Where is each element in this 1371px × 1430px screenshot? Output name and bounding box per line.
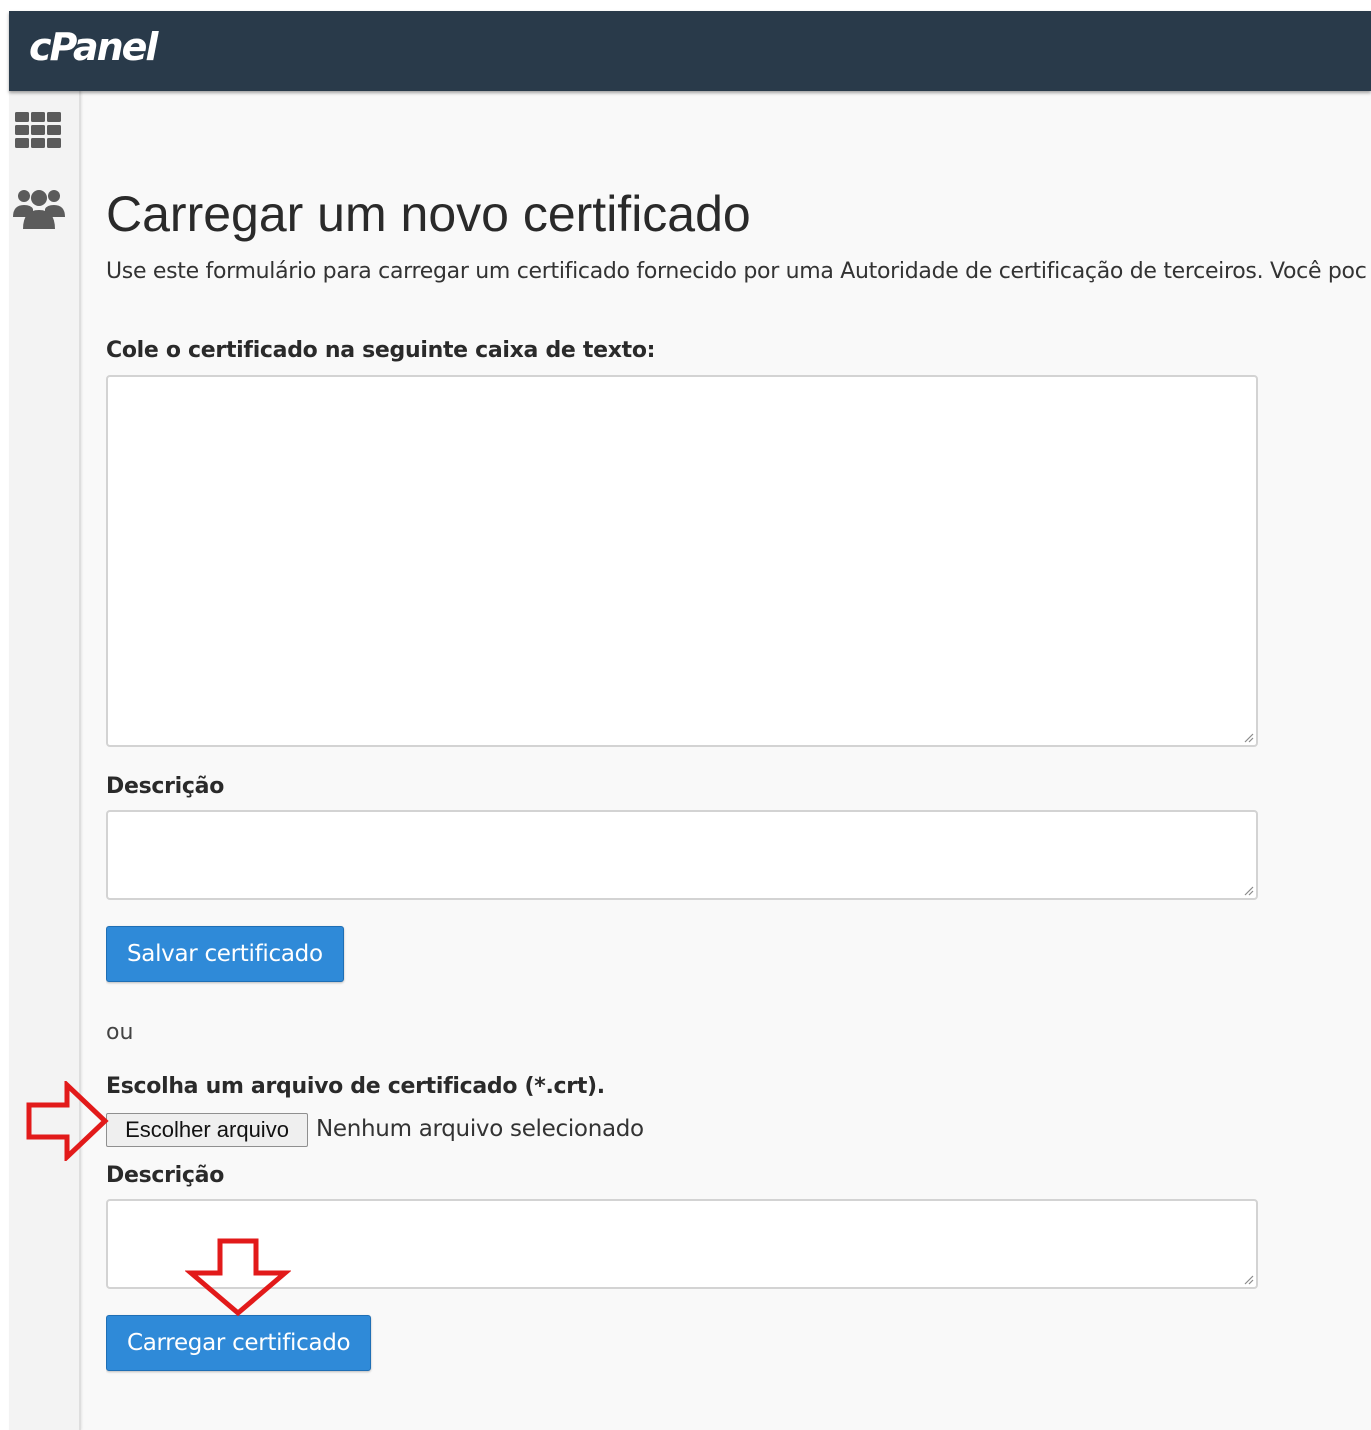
resize-handle-icon[interactable] [1242, 731, 1254, 743]
sidebar [9, 91, 81, 1430]
resize-handle-icon[interactable] [1242, 884, 1254, 896]
cpanel-logo[interactable]: cPanel [29, 21, 158, 73]
choose-file-button[interactable]: Escolher arquivo [106, 1113, 308, 1147]
users-icon[interactable] [11, 183, 67, 233]
file-choose-label: Escolha um arquivo de certificado (*.crt… [106, 1074, 605, 1099]
description-textarea-1[interactable] [106, 810, 1258, 900]
right-arrow-annotation-icon [26, 1081, 109, 1161]
down-arrow-annotation-icon [185, 1238, 291, 1317]
page-description: Use este formulário para carregar um cer… [106, 259, 1367, 284]
page-title: Carregar um novo certificado [106, 186, 751, 242]
file-status-text: Nenhum arquivo selecionado [316, 1116, 644, 1142]
top-header-bar: cPanel [9, 11, 1371, 91]
paste-certificate-label: Cole o certificado na seguinte caixa de … [106, 338, 656, 363]
main-content: Carregar um novo certificado Use este fo… [106, 91, 1371, 1430]
resize-handle-icon[interactable] [1242, 1273, 1254, 1285]
or-separator: ou [106, 1020, 134, 1045]
cpanel-window: cPanel Carregar um novo certificado Use … [9, 11, 1371, 1430]
grid-icon[interactable] [11, 107, 67, 157]
description-label-1: Descrição [106, 774, 225, 799]
certificate-textarea[interactable] [106, 375, 1258, 747]
save-certificate-button[interactable]: Salvar certificado [106, 926, 344, 982]
description-label-2: Descrição [106, 1163, 225, 1188]
upload-certificate-button[interactable]: Carregar certificado [106, 1315, 372, 1371]
